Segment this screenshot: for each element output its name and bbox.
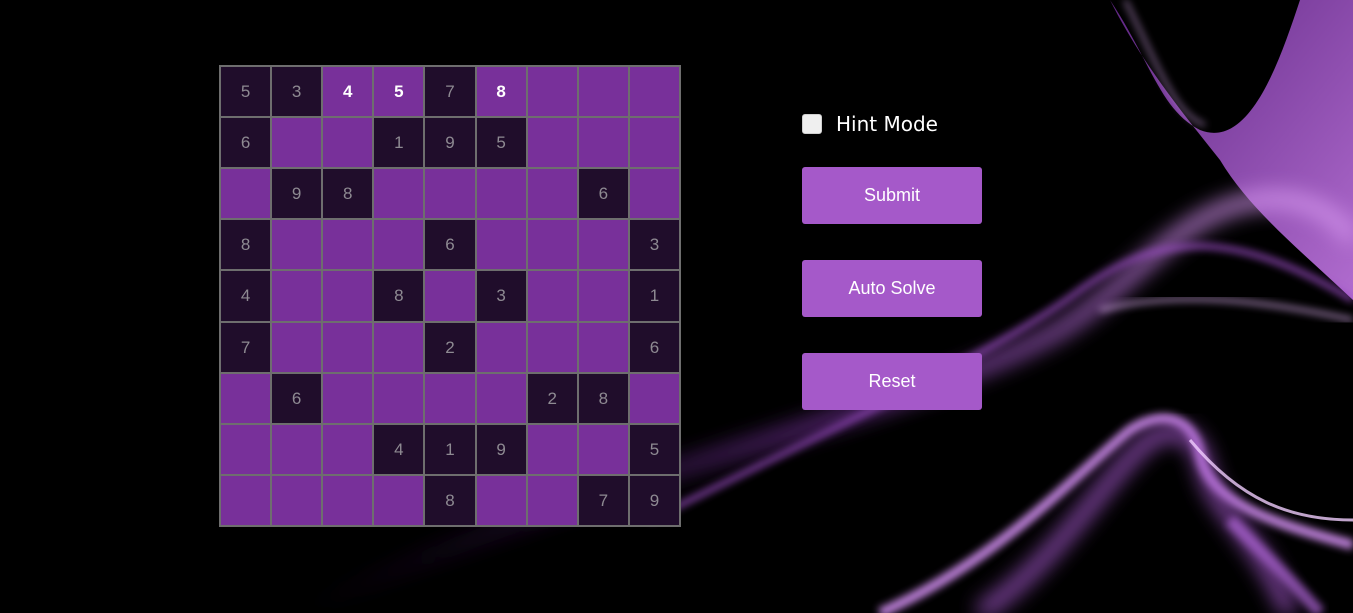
- sudoku-cell[interactable]: [220, 474, 272, 526]
- sudoku-cell[interactable]: [577, 66, 629, 118]
- sudoku-cell[interactable]: 5: [373, 66, 425, 118]
- sudoku-cell: 8: [220, 219, 272, 271]
- sudoku-cell[interactable]: [628, 168, 680, 220]
- auto-solve-button[interactable]: Auto Solve: [802, 260, 982, 317]
- sudoku-cell[interactable]: [475, 372, 527, 424]
- sudoku-cell: 8: [577, 372, 629, 424]
- sudoku-cell[interactable]: [271, 219, 323, 271]
- sudoku-cell[interactable]: [271, 117, 323, 169]
- sudoku-cell[interactable]: [577, 117, 629, 169]
- sudoku-cell[interactable]: [322, 219, 374, 271]
- sudoku-cell[interactable]: [577, 219, 629, 271]
- sudoku-cell[interactable]: [577, 321, 629, 373]
- sudoku-cell[interactable]: [373, 321, 425, 373]
- sudoku-cell[interactable]: [475, 321, 527, 373]
- sudoku-cell: 6: [577, 168, 629, 220]
- sudoku-cell: 3: [475, 270, 527, 322]
- sudoku-cell: 3: [271, 66, 323, 118]
- sudoku-cell: 9: [628, 474, 680, 526]
- reset-button[interactable]: Reset: [802, 353, 982, 410]
- sudoku-cell: 1: [424, 423, 476, 475]
- sudoku-cell[interactable]: [322, 423, 374, 475]
- sudoku-cell: 8: [322, 168, 374, 220]
- controls-panel: Hint Mode Submit Auto Solve Reset: [802, 111, 982, 446]
- sudoku-cell: 9: [271, 168, 323, 220]
- sudoku-cell: 1: [628, 270, 680, 322]
- sudoku-cell: 5: [475, 117, 527, 169]
- sudoku-cell[interactable]: [628, 372, 680, 424]
- hint-mode-label: Hint Mode: [836, 112, 938, 136]
- sudoku-cell[interactable]: [373, 168, 425, 220]
- sudoku-cell[interactable]: [271, 474, 323, 526]
- sudoku-cell[interactable]: [526, 270, 578, 322]
- sudoku-cell: 4: [373, 423, 425, 475]
- sudoku-cell[interactable]: [220, 423, 272, 475]
- sudoku-cell[interactable]: [526, 66, 578, 118]
- sudoku-cell: 5: [220, 66, 272, 118]
- sudoku-cell[interactable]: [424, 168, 476, 220]
- sudoku-cell[interactable]: [577, 270, 629, 322]
- submit-button[interactable]: Submit: [802, 167, 982, 224]
- sudoku-cell: 7: [577, 474, 629, 526]
- sudoku-cell[interactable]: [526, 321, 578, 373]
- sudoku-cell: 7: [424, 66, 476, 118]
- sudoku-cell[interactable]: 4: [322, 66, 374, 118]
- sudoku-cell[interactable]: 8: [475, 66, 527, 118]
- sudoku-cell[interactable]: [271, 270, 323, 322]
- hint-mode-checkbox[interactable]: [802, 114, 822, 134]
- sudoku-cell: 6: [271, 372, 323, 424]
- sudoku-cell[interactable]: [526, 168, 578, 220]
- sudoku-cell[interactable]: [322, 372, 374, 424]
- sudoku-cell[interactable]: [373, 372, 425, 424]
- sudoku-cell[interactable]: [220, 372, 272, 424]
- sudoku-cell[interactable]: [322, 270, 374, 322]
- sudoku-cell: 6: [220, 117, 272, 169]
- sudoku-cell: 1: [373, 117, 425, 169]
- sudoku-cell[interactable]: [220, 168, 272, 220]
- sudoku-cell: 7: [220, 321, 272, 373]
- sudoku-cell[interactable]: [475, 168, 527, 220]
- sudoku-cell[interactable]: [526, 423, 578, 475]
- sudoku-cell: 2: [526, 372, 578, 424]
- sudoku-cell: 6: [628, 321, 680, 373]
- sudoku-cell: 4: [220, 270, 272, 322]
- sudoku-cell[interactable]: [322, 474, 374, 526]
- sudoku-cell[interactable]: [628, 66, 680, 118]
- sudoku-cell: 2: [424, 321, 476, 373]
- sudoku-cell[interactable]: [424, 270, 476, 322]
- sudoku-cell[interactable]: [424, 372, 476, 424]
- sudoku-cell[interactable]: [271, 321, 323, 373]
- sudoku-board: 534578619598686348317266284195879: [219, 65, 681, 527]
- sudoku-cell[interactable]: [577, 423, 629, 475]
- sudoku-cell[interactable]: [373, 219, 425, 271]
- sudoku-cell[interactable]: [475, 474, 527, 526]
- sudoku-cell[interactable]: [628, 117, 680, 169]
- hint-mode-row[interactable]: Hint Mode: [802, 111, 982, 137]
- sudoku-cell[interactable]: [526, 219, 578, 271]
- sudoku-cell: 3: [628, 219, 680, 271]
- sudoku-cell[interactable]: [526, 474, 578, 526]
- sudoku-cell[interactable]: [526, 117, 578, 169]
- sudoku-cell[interactable]: [322, 117, 374, 169]
- sudoku-cell[interactable]: [271, 423, 323, 475]
- sudoku-cell[interactable]: [373, 474, 425, 526]
- sudoku-cell: 8: [373, 270, 425, 322]
- sudoku-cell[interactable]: [475, 219, 527, 271]
- sudoku-cell: 9: [424, 117, 476, 169]
- sudoku-cell: 8: [424, 474, 476, 526]
- sudoku-cell: 6: [424, 219, 476, 271]
- sudoku-cell: 9: [475, 423, 527, 475]
- sudoku-cell[interactable]: [322, 321, 374, 373]
- sudoku-cell: 5: [628, 423, 680, 475]
